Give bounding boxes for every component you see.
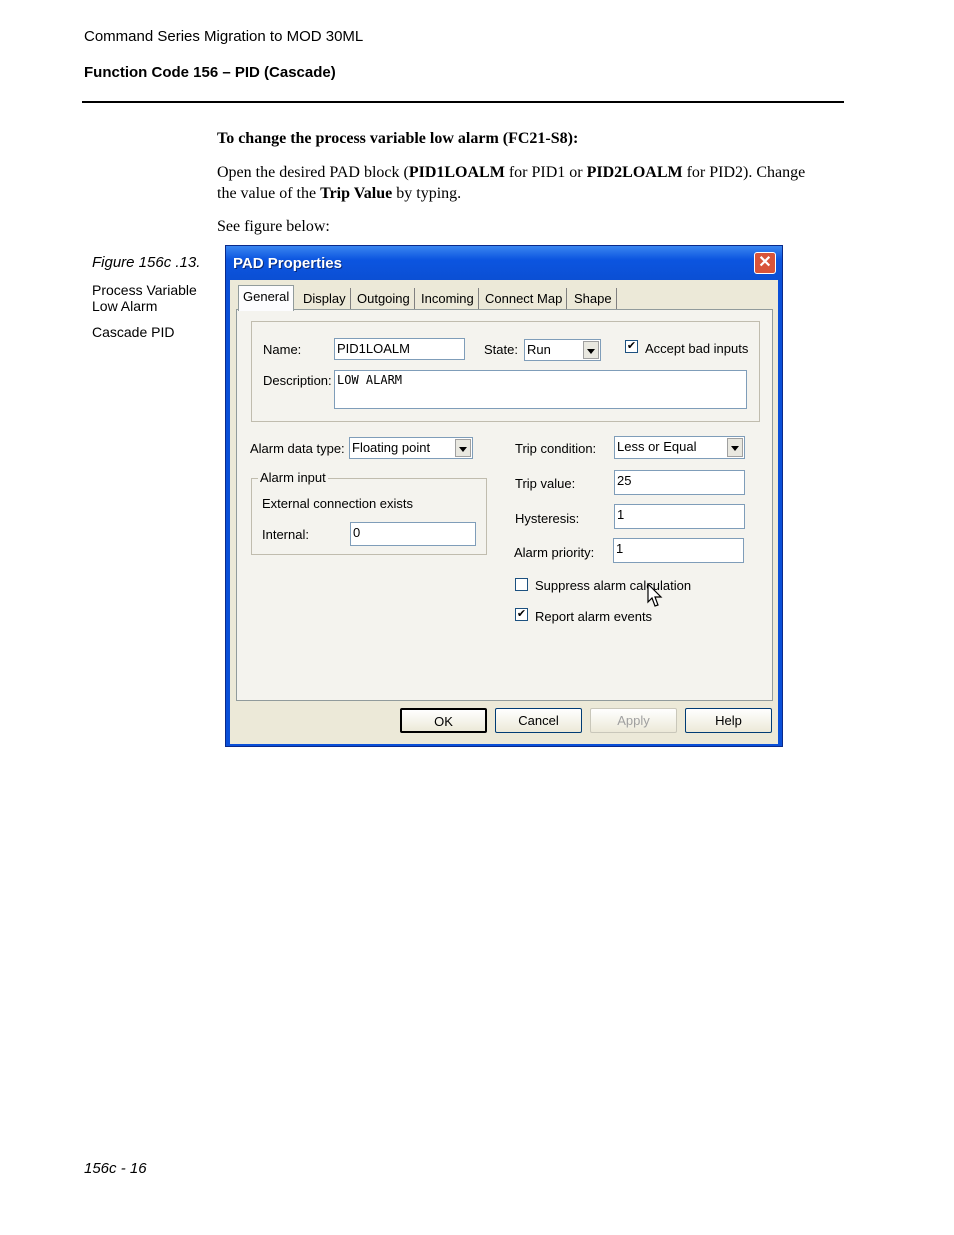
tab-panel-general: Name: PID1LOALM State: Run ✔ Accept bad …: [236, 309, 773, 701]
chevron-down-icon[interactable]: [727, 438, 743, 457]
suppress-alarm-label: Suppress alarm calculation: [535, 578, 692, 593]
name-groupbox: Name: PID1LOALM State: Run ✔ Accept bad …: [251, 321, 760, 422]
external-connection-text: External connection exists: [262, 496, 414, 511]
alarm-data-type-label: Alarm data type:: [250, 441, 345, 456]
instruction-heading: To change the process variable low alarm…: [217, 130, 579, 147]
caption-line1: Process Variable Low Alarm: [92, 282, 197, 314]
hysteresis-field[interactable]: 1: [614, 504, 745, 529]
suppress-alarm-checkbox[interactable]: [515, 578, 528, 591]
figure-caption: Figure 156c .13.: [92, 254, 201, 271]
dialog-client: General Display Outgoing Incoming Connec…: [230, 280, 778, 744]
trip-condition-select[interactable]: Less or Equal: [614, 436, 745, 459]
tab-incoming[interactable]: Incoming: [417, 288, 479, 310]
trip-condition-value: Less or Equal: [617, 439, 697, 454]
see-figure-text: See figure below:: [217, 218, 330, 235]
tab-connect-map[interactable]: Connect Map: [481, 288, 568, 310]
report-alarm-label: Report alarm events: [535, 609, 653, 624]
state-label: State:: [484, 342, 518, 357]
para-bold-pid2: PID2LOALM: [586, 164, 683, 181]
tab-shape[interactable]: Shape: [570, 288, 617, 310]
description-label: Description:: [263, 373, 332, 388]
report-alarm-checkbox[interactable]: ✔: [515, 608, 528, 621]
tab-display[interactable]: Display: [299, 288, 351, 310]
section-title: Function Code 156 – PID (Cascade): [84, 64, 336, 81]
trip-value-label: Trip value:: [515, 476, 576, 491]
para-text: by typing.: [392, 185, 462, 202]
instruction-paragraph: Open the desired PAD block (PID1LOALM fo…: [217, 162, 817, 204]
accept-bad-checkbox[interactable]: ✔: [625, 340, 638, 353]
dialog-title: PAD Properties: [233, 255, 342, 272]
chevron-down-icon[interactable]: [455, 439, 471, 457]
alarm-data-type-value: Floating point: [352, 440, 431, 455]
trip-value-field[interactable]: 25: [614, 470, 745, 495]
pad-properties-dialog: PAD Properties ✕ General Display Outgoin…: [225, 245, 783, 747]
alarm-input-groupbox: Alarm input External connection exists I…: [251, 470, 487, 555]
caption-line2: Cascade PID: [92, 324, 175, 340]
dialog-titlebar[interactable]: PAD Properties ✕: [226, 246, 782, 280]
internal-field[interactable]: 0: [350, 522, 476, 546]
header-rule: [82, 101, 844, 103]
alarm-priority-label: Alarm priority:: [514, 545, 595, 560]
ok-button[interactable]: OK: [400, 708, 487, 733]
tab-general[interactable]: General: [238, 285, 295, 311]
name-label: Name:: [263, 342, 302, 357]
alarm-data-type-select[interactable]: Floating point: [349, 437, 473, 459]
doc-title: Command Series Migration to MOD 30ML: [84, 28, 364, 45]
help-button[interactable]: Help: [685, 708, 772, 733]
state-select[interactable]: Run: [524, 339, 601, 361]
alarm-input-legend: Alarm input: [258, 470, 328, 485]
page-number: 156c - 16: [84, 1160, 147, 1177]
name-field[interactable]: PID1LOALM: [334, 338, 465, 360]
trip-condition-label: Trip condition:: [515, 441, 597, 456]
para-bold-pid1: PID1LOALM: [408, 164, 505, 181]
para-text: for PID1 or: [504, 164, 587, 181]
state-value: Run: [527, 342, 551, 357]
apply-button[interactable]: Apply: [590, 708, 677, 733]
chevron-down-icon[interactable]: [583, 341, 599, 359]
para-bold-trip: Trip Value: [320, 185, 393, 202]
internal-label: Internal:: [262, 527, 309, 542]
cancel-button[interactable]: Cancel: [495, 708, 582, 733]
close-icon[interactable]: ✕: [754, 252, 776, 274]
accept-bad-label: Accept bad inputs: [645, 341, 749, 356]
tab-outgoing[interactable]: Outgoing: [353, 288, 415, 310]
alarm-priority-field[interactable]: 1: [613, 538, 744, 563]
description-field[interactable]: LOW ALARM: [334, 370, 747, 409]
para-text: Open the desired PAD block (: [217, 164, 409, 181]
mouse-cursor-icon: [647, 583, 663, 607]
hysteresis-label: Hysteresis:: [515, 511, 580, 526]
